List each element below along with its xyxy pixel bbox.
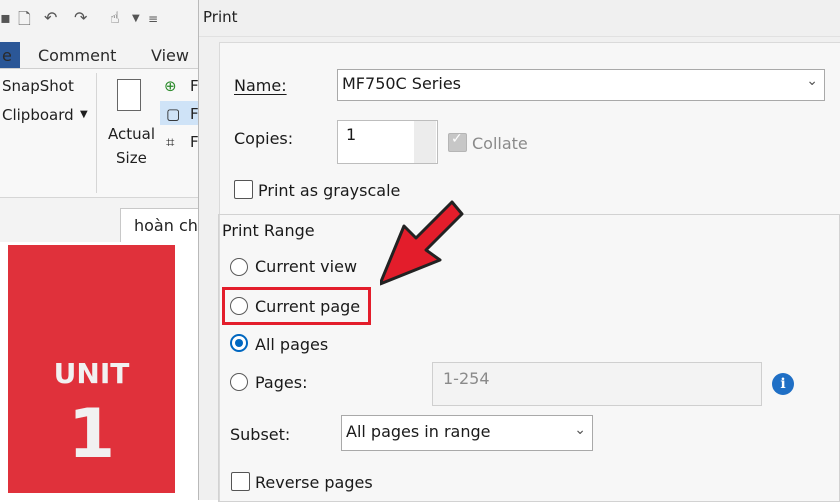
fit-width-icon[interactable]: ⊕: [164, 77, 177, 95]
ribbon-divider: [96, 73, 97, 193]
info-icon[interactable]: i: [772, 373, 794, 395]
clipboard-button[interactable]: Clipboard: [2, 106, 74, 124]
ribbon: SnapShot Clipboard ▼ Actual Size ⊕ F ▢ F…: [0, 69, 198, 198]
undo-icon[interactable]: ↶: [44, 8, 57, 27]
print-range-title: Print Range: [222, 221, 319, 240]
subset-value: All pages in range: [346, 422, 491, 441]
unit-label: UNIT: [53, 357, 130, 390]
tab-comment[interactable]: Comment: [38, 46, 116, 65]
save-icon[interactable]: ▪: [0, 8, 11, 27]
checkmark-icon: ✓: [451, 131, 463, 147]
tab-view[interactable]: View: [151, 46, 189, 65]
app-window: ▪ 🗋 ↶ ↷ ☝ ▼ ≡ e Comment View SnapShot Cl…: [0, 0, 198, 500]
annotation-arrow-icon: [380, 200, 464, 286]
customize-toolbar-icon[interactable]: ≡: [148, 12, 158, 26]
tab-home[interactable]: e: [2, 46, 12, 65]
printer-select[interactable]: MF750C Series ⌄: [337, 69, 825, 101]
chevron-down-icon[interactable]: ⌄: [574, 422, 586, 438]
pages-input[interactable]: 1-254: [432, 362, 762, 406]
actual-size-label-2[interactable]: Size: [116, 149, 147, 167]
document-tab-label: hoàn ch: [134, 216, 198, 235]
redo-icon[interactable]: ↷: [74, 8, 87, 27]
name-label: Name:: [234, 76, 287, 95]
fit-visible-label[interactable]: F: [190, 133, 198, 151]
fit-width-label[interactable]: F: [190, 77, 198, 95]
printer-value: MF750C Series: [342, 74, 462, 93]
collate-checkbox[interactable]: ✓: [448, 131, 467, 152]
new-document-icon[interactable]: 🗋: [18, 8, 31, 35]
actual-size-icon[interactable]: [117, 79, 141, 111]
chevron-down-icon[interactable]: ▼: [132, 13, 140, 24]
titlebar-divider: [199, 36, 840, 37]
current-view-radio[interactable]: [230, 258, 248, 276]
reverse-pages-label: Reverse pages: [255, 473, 373, 492]
hand-tool-icon[interactable]: ☝: [110, 8, 120, 27]
unit-cover: UNIT 1: [8, 245, 175, 493]
grayscale-checkbox[interactable]: [234, 180, 253, 199]
pages-label: Pages:: [255, 373, 308, 392]
current-view-label: Current view: [255, 257, 358, 276]
current-page-highlight: [222, 287, 371, 325]
actual-size-label[interactable]: Actual: [108, 125, 155, 143]
unit-number: 1: [67, 395, 116, 474]
pages-placeholder: 1-254: [443, 369, 490, 388]
all-pages-radio[interactable]: [230, 334, 248, 352]
snapshot-button[interactable]: SnapShot: [2, 77, 74, 95]
grayscale-label: Print as grayscale: [258, 181, 401, 200]
fit-visible-icon[interactable]: ⌗: [166, 133, 174, 151]
subset-select[interactable]: All pages in range ⌄: [341, 415, 593, 451]
collate-label: Collate: [472, 134, 528, 153]
chevron-down-icon[interactable]: ⌄: [806, 73, 818, 89]
copies-value: 1: [346, 125, 357, 144]
subset-label: Subset:: [230, 425, 291, 444]
pages-radio[interactable]: [230, 373, 248, 391]
document-tab[interactable]: hoàn ch: [120, 208, 198, 243]
chevron-down-icon[interactable]: ▼: [80, 109, 88, 120]
all-pages-label: All pages: [255, 335, 329, 354]
reverse-pages-checkbox[interactable]: [231, 472, 250, 491]
dialog-title: Print: [203, 8, 238, 26]
copies-input[interactable]: 1: [337, 120, 438, 164]
copies-label: Copies:: [234, 129, 294, 148]
fit-page-label[interactable]: F: [190, 105, 198, 123]
fit-page-icon[interactable]: ▢: [166, 105, 180, 123]
copies-spinner[interactable]: [414, 121, 436, 163]
